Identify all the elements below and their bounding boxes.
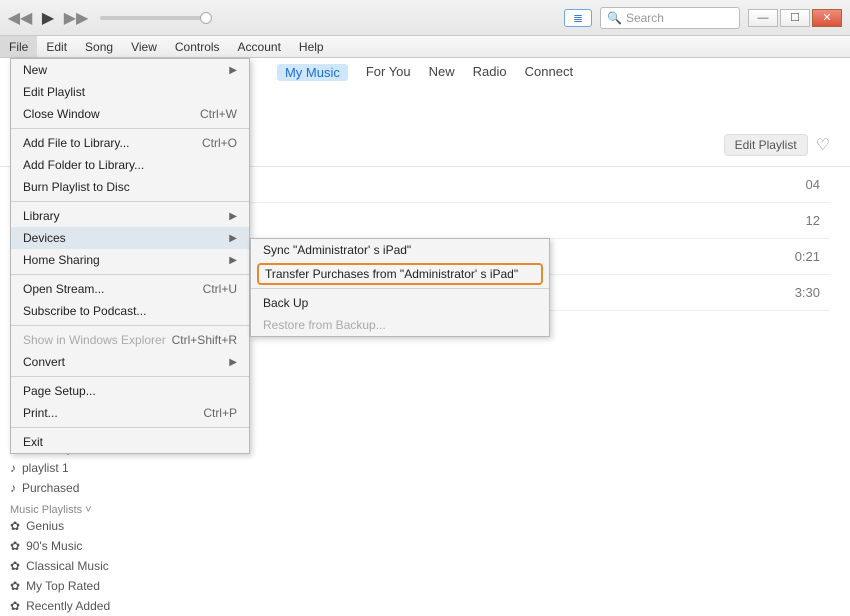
tab-for-you[interactable]: For You [366,64,411,81]
sidebar-item[interactable]: ✿My Top Rated [10,576,160,596]
submenuitem: Restore from Backup... [251,314,549,336]
note-icon: ♪ [10,481,16,495]
menuitem-library[interactable]: Library▶ [11,205,249,227]
search-placeholder: Search [626,11,664,25]
list-view-button[interactable]: ≣ [564,9,592,27]
titlebar: ◀◀ ▶ ▶▶ ≣ 🔍 Search — ☐ ✕ [0,0,850,36]
sidebar-item[interactable]: ✿Genius [10,516,160,536]
menuitem-add-folder-to-library-[interactable]: Add Folder to Library... [11,154,249,176]
menuitem-convert[interactable]: Convert▶ [11,351,249,373]
close-button[interactable]: ✕ [812,9,842,27]
search-icon: 🔍 [607,11,622,25]
menu-account[interactable]: Account [229,36,290,57]
sidebar-item[interactable]: ♪playlist 1 [10,458,160,478]
gear-icon: ✿ [10,519,20,533]
sidebar-item[interactable]: ✿Recently Added [10,596,160,616]
menu-controls[interactable]: Controls [166,36,229,57]
table-row[interactable]: 04 [250,167,830,203]
menu-help[interactable]: Help [290,36,333,57]
menu-edit[interactable]: Edit [37,36,76,57]
menuitem-page-setup-[interactable]: Page Setup... [11,380,249,402]
menuitem-new[interactable]: New▶ [11,59,249,81]
tab-radio[interactable]: Radio [473,64,507,81]
gear-icon: ✿ [10,559,20,573]
maximize-button[interactable]: ☐ [780,9,810,27]
note-icon: ♪ [10,461,16,475]
menuitem-open-stream-[interactable]: Open Stream...Ctrl+U [11,278,249,300]
tab-my-music[interactable]: My Music [277,64,348,81]
edit-playlist-button[interactable]: Edit Playlist [724,134,808,156]
menu-file[interactable]: File [0,36,37,57]
volume-slider[interactable] [100,16,210,20]
menuitem-burn-playlist-to-disc[interactable]: Burn Playlist to Disc [11,176,249,198]
gear-icon: ✿ [10,599,20,613]
play-icon[interactable]: ▶ [36,6,60,30]
slider-knob[interactable] [200,12,212,24]
submenuitem[interactable]: Transfer Purchases from "Administrator' … [257,263,543,285]
menuitem-subscribe-to-podcast-[interactable]: Subscribe to Podcast... [11,300,249,322]
menubar: FileEditSongViewControlsAccountHelp [0,36,850,58]
gear-icon: ✿ [10,539,20,553]
menuitem-exit[interactable]: Exit [11,431,249,453]
sidebar-item[interactable]: ♪Purchased [10,478,160,498]
menuitem-add-file-to-library-[interactable]: Add File to Library...Ctrl+O [11,132,249,154]
menuitem-show-in-windows-explorer: Show in Windows ExplorerCtrl+Shift+R [11,329,249,351]
heart-icon[interactable]: ♡ [816,135,830,155]
submenuitem[interactable]: Back Up [251,292,549,314]
playback-controls: ◀◀ ▶ ▶▶ [8,6,88,30]
search-input[interactable]: 🔍 Search [600,7,740,29]
devices-submenu: Sync "Administrator' s iPad"Transfer Pur… [250,238,550,337]
tab-new[interactable]: New [429,64,455,81]
file-menu-dropdown: New▶Edit PlaylistClose WindowCtrl+W Add F… [10,58,250,454]
sidebar-heading[interactable]: Music Playlists ˅ [10,504,160,516]
menuitem-close-window[interactable]: Close WindowCtrl+W [11,103,249,125]
sidebar-item[interactable]: ✿90's Music [10,536,160,556]
menuitem-devices[interactable]: Devices▶ [11,227,249,249]
menuitem-print-[interactable]: Print...Ctrl+P [11,402,249,424]
tab-connect[interactable]: Connect [525,64,573,81]
prev-icon[interactable]: ◀◀ [8,6,32,30]
sidebar-item[interactable]: ✿Classical Music [10,556,160,576]
submenuitem[interactable]: Sync "Administrator' s iPad" [251,239,549,261]
menu-song[interactable]: Song [76,36,122,57]
menuitem-home-sharing[interactable]: Home Sharing▶ [11,249,249,271]
next-icon[interactable]: ▶▶ [64,6,88,30]
table-row[interactable]: 12 [250,203,830,239]
menuitem-edit-playlist[interactable]: Edit Playlist [11,81,249,103]
minimize-button[interactable]: — [748,9,778,27]
gear-icon: ✿ [10,579,20,593]
menu-view[interactable]: View [122,36,166,57]
